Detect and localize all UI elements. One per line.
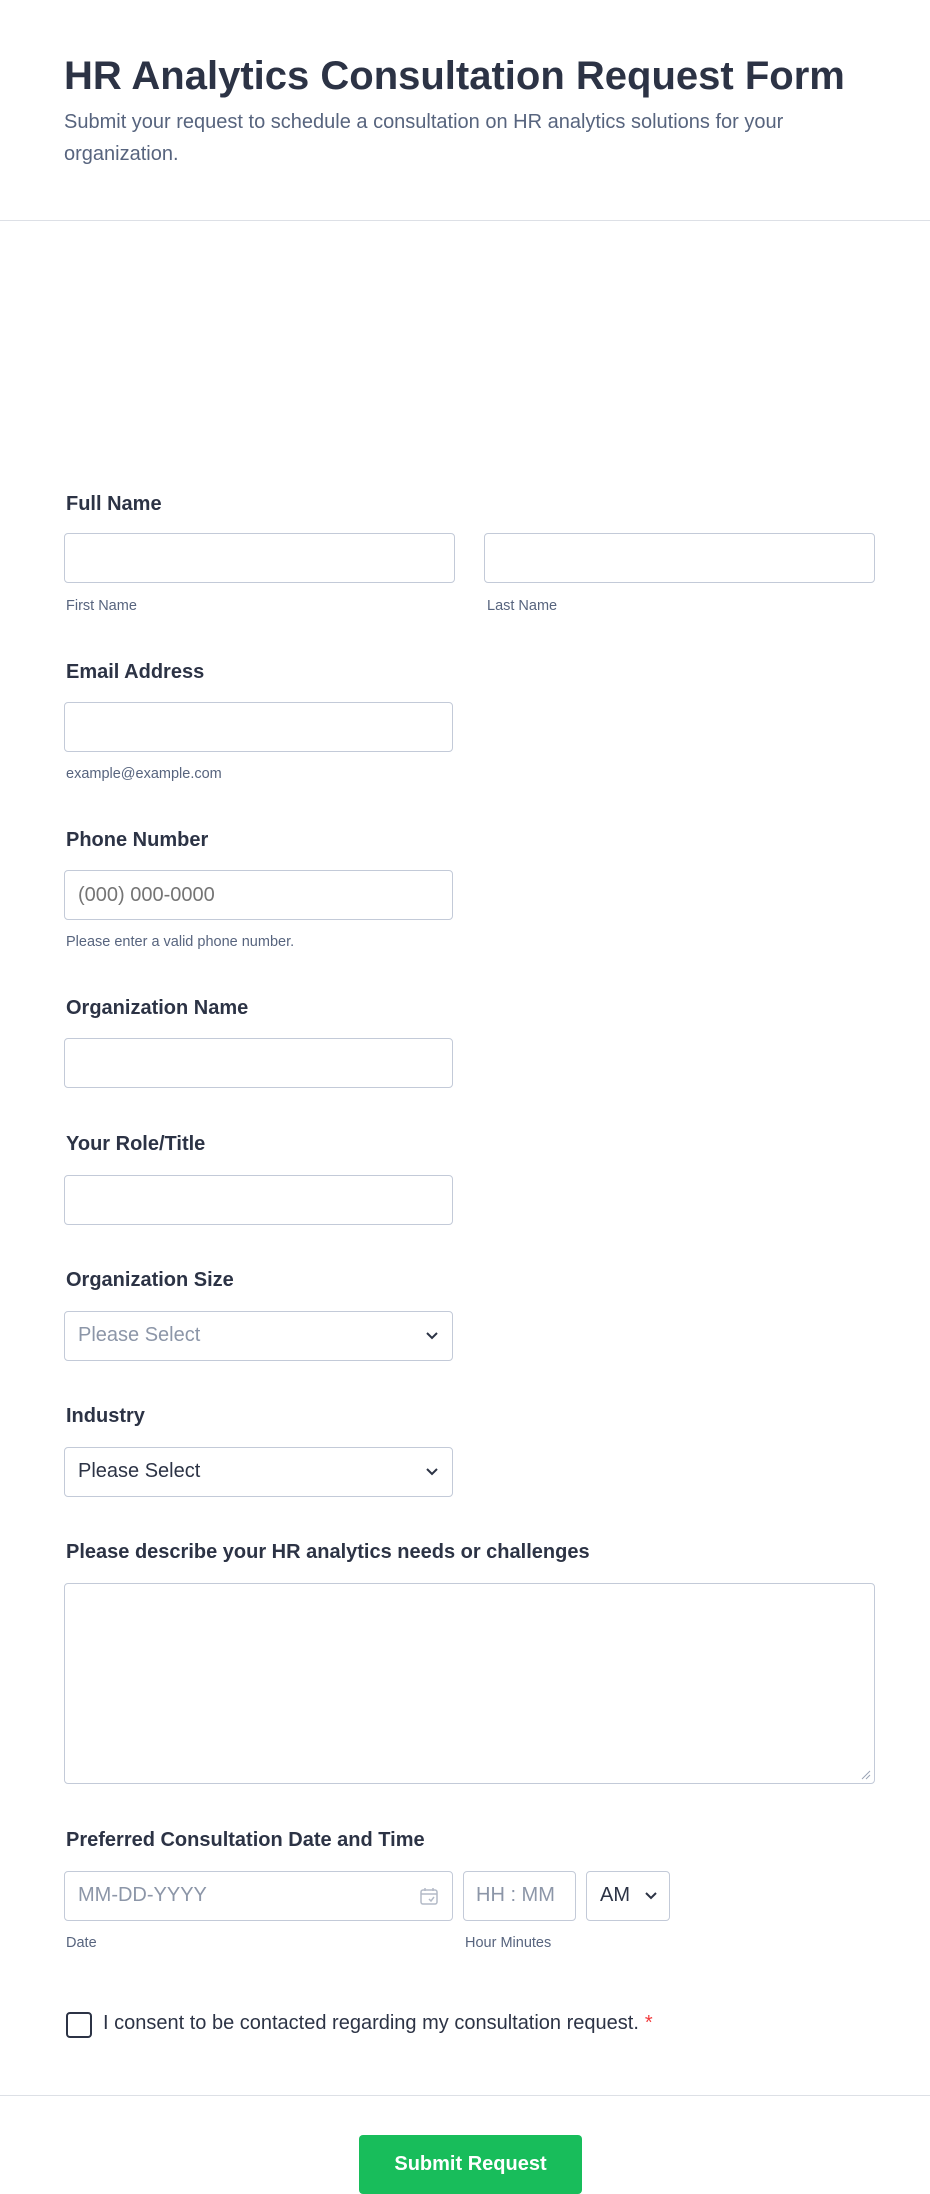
time-input[interactable]: HH : MM bbox=[463, 1871, 576, 1921]
phone-input[interactable] bbox=[64, 870, 453, 920]
last-name-input[interactable] bbox=[484, 533, 875, 583]
first-name-sublabel: First Name bbox=[66, 598, 137, 614]
time-placeholder: HH : MM bbox=[476, 1884, 555, 1906]
time-sublabel: Hour Minutes bbox=[465, 1935, 552, 1951]
calendar-icon[interactable] bbox=[419, 1886, 439, 1906]
email-label: Email Address bbox=[66, 661, 205, 683]
email-input[interactable] bbox=[64, 702, 453, 752]
consent-text: I consent to be contacted regarding my c… bbox=[103, 2012, 653, 2035]
email-sublabel: example@example.com bbox=[66, 766, 222, 782]
organization-input[interactable] bbox=[64, 1038, 453, 1088]
role-input[interactable] bbox=[64, 1175, 453, 1225]
ampm-value: AM bbox=[600, 1884, 630, 1906]
needs-textarea[interactable] bbox=[64, 1583, 875, 1784]
required-mark: * bbox=[644, 2012, 653, 2034]
industry-value: Please Select bbox=[78, 1460, 201, 1482]
org-size-label: Organization Size bbox=[66, 1269, 234, 1291]
last-name-sublabel: Last Name bbox=[487, 598, 558, 614]
org-size-value: Please Select bbox=[78, 1324, 201, 1346]
full-name-label: Full Name bbox=[66, 493, 162, 515]
footer-divider bbox=[0, 2095, 930, 2096]
needs-label: Please describe your HR analytics needs … bbox=[66, 1541, 590, 1563]
chevron-down-icon bbox=[426, 1332, 438, 1340]
date-input[interactable]: MM-DD-YYYY bbox=[64, 1871, 453, 1921]
chevron-down-icon bbox=[645, 1892, 657, 1900]
submit-button[interactable]: Submit Request bbox=[359, 2135, 582, 2194]
date-sublabel: Date bbox=[66, 1935, 97, 1951]
date-placeholder: MM-DD-YYYY bbox=[78, 1884, 207, 1906]
chevron-down-icon bbox=[426, 1468, 438, 1476]
organization-label: Organization Name bbox=[66, 997, 249, 1019]
ampm-select[interactable]: AM bbox=[586, 1871, 670, 1921]
consent-checkbox[interactable] bbox=[66, 2012, 92, 2038]
phone-sublabel: Please enter a valid phone number. bbox=[66, 934, 295, 950]
page-title: HR Analytics Consultation Request Form bbox=[64, 54, 845, 98]
first-name-input[interactable] bbox=[64, 533, 455, 583]
page-subtitle: Submit your request to schedule a consul… bbox=[64, 111, 784, 165]
resize-handle-icon[interactable] bbox=[861, 1770, 871, 1780]
phone-label: Phone Number bbox=[66, 829, 209, 851]
role-label: Your Role/Title bbox=[66, 1133, 206, 1155]
industry-select[interactable]: Please Select bbox=[64, 1447, 453, 1497]
industry-label: Industry bbox=[66, 1405, 145, 1427]
datetime-label: Preferred Consultation Date and Time bbox=[66, 1829, 425, 1851]
consent-label: I consent to be contacted regarding my c… bbox=[103, 2012, 639, 2034]
org-size-select[interactable]: Please Select bbox=[64, 1311, 453, 1361]
form-header: HR Analytics Consultation Request Form S… bbox=[0, 0, 930, 221]
